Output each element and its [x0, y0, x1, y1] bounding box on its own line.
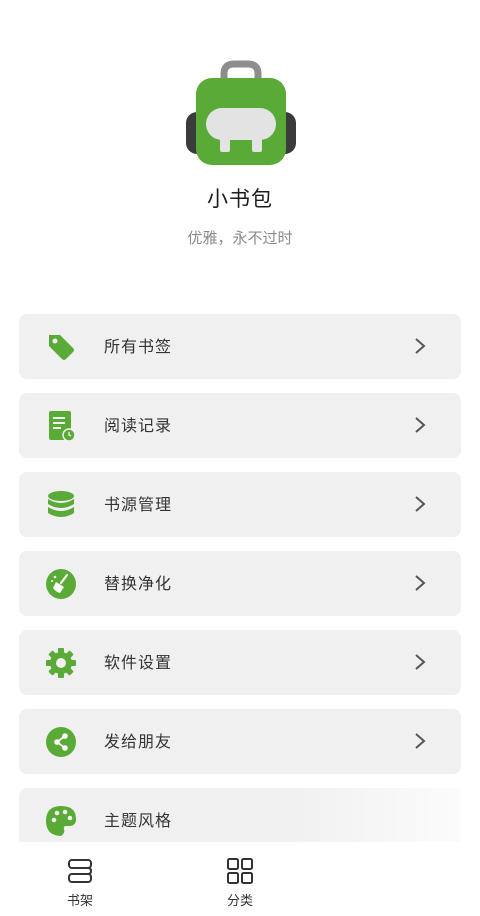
menu-item-label: 发给朋友 — [104, 732, 173, 751]
menu-item-reading-history[interactable]: 阅读记录 — [19, 393, 461, 458]
database-icon — [48, 491, 74, 517]
chevron-right-icon — [415, 496, 426, 512]
settings-menu: 所有书签 阅读记录 书源管理 替换净化 软件设置 发给朋友 主题风格 — [19, 314, 461, 867]
menu-item-bookmarks[interactable]: 所有书签 — [19, 314, 461, 379]
chevron-right-icon — [415, 654, 426, 670]
share-icon — [46, 727, 76, 757]
chevron-right-icon — [415, 575, 426, 591]
bookmark-tag-icon — [49, 335, 74, 360]
menu-item-book-sources[interactable]: 书源管理 — [19, 472, 461, 537]
app-slogan: 优雅，永不过时 — [187, 229, 293, 247]
menu-item-label: 替换净化 — [104, 574, 173, 593]
tab-label: 分类 — [226, 894, 253, 909]
menu-item-label: 阅读记录 — [104, 416, 173, 435]
menu-item-share-friends[interactable]: 发给朋友 — [19, 709, 461, 774]
profile-header: 小书包 优雅，永不过时 — [0, 0, 480, 300]
app-name: 小书包 — [207, 187, 273, 211]
tab-category[interactable]: 分类 — [180, 842, 300, 916]
menu-item-app-settings[interactable]: 软件设置 — [19, 630, 461, 695]
palette-icon — [46, 806, 76, 836]
broom-clean-icon — [46, 569, 76, 599]
reading-record-icon — [49, 411, 76, 442]
tab-bookshelf[interactable]: 书架 — [20, 842, 140, 916]
menu-item-replace-rules[interactable]: 替换净化 — [19, 551, 461, 616]
chevron-right-icon — [415, 417, 426, 433]
chevron-right-icon — [415, 733, 426, 749]
backpack-logo-icon — [186, 60, 296, 165]
grid-icon — [227, 858, 253, 884]
menu-item-label: 所有书签 — [104, 337, 173, 356]
tab-label: 书架 — [66, 894, 93, 909]
menu-item-label: 书源管理 — [104, 495, 173, 514]
bookshelf-icon — [68, 859, 93, 883]
gear-icon — [46, 648, 76, 678]
bottom-navigation: 书架 分类 — [0, 842, 480, 916]
menu-item-label: 软件设置 — [104, 653, 173, 672]
chevron-right-icon — [415, 338, 426, 354]
